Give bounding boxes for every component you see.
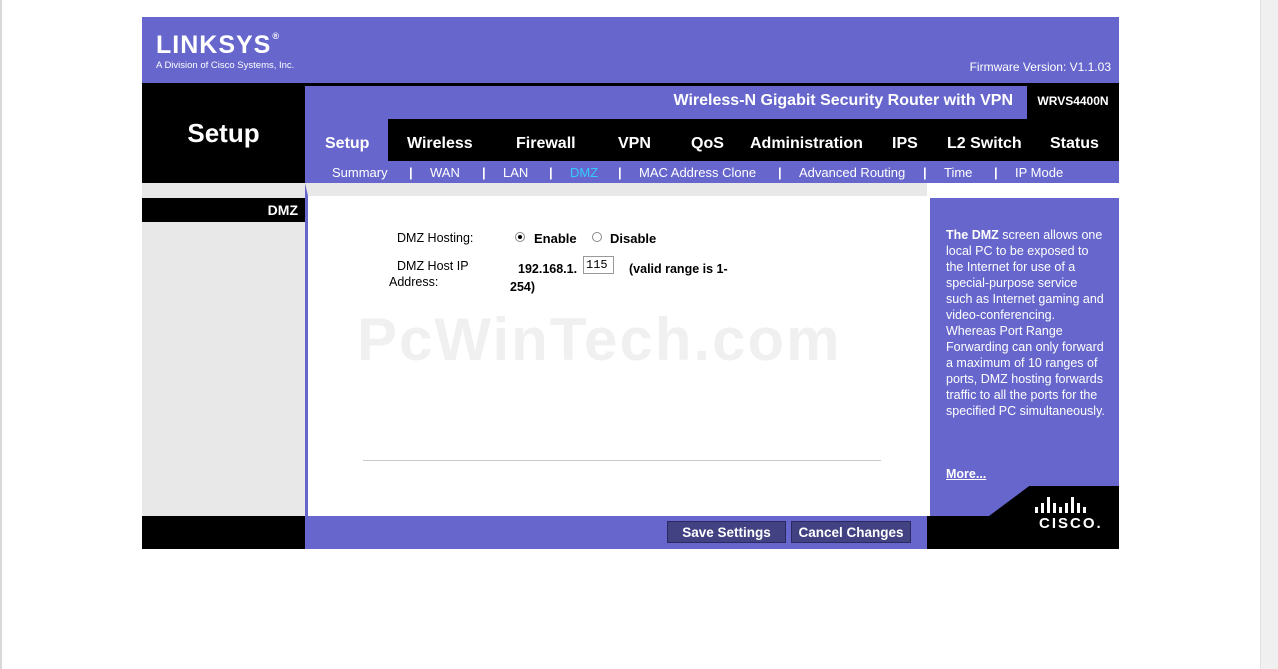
model-number: WRVS4400N [1037, 94, 1109, 108]
disable-label: Disable [610, 231, 657, 246]
disable-radio[interactable] [592, 232, 602, 242]
left-sidebar [142, 183, 305, 517]
firmware-version: Firmware Version: V1.1.03 [969, 60, 1111, 74]
subnav-separator: | [618, 165, 622, 180]
section-title: Setup [187, 118, 260, 148]
save-settings-button[interactable]: Save Settings [667, 521, 786, 543]
left-footer [142, 516, 305, 549]
logo-subtitle: A Division of Cisco Systems, Inc. [156, 60, 295, 71]
subnav-advanced-routing[interactable]: Advanced Routing [799, 165, 905, 180]
cisco-bars-icon [1035, 495, 1089, 513]
subsection-title: DMZ [267, 202, 298, 218]
linksys-logo: LINKSYS® [156, 31, 280, 59]
tab-l2-switch[interactable]: L2 Switch [947, 135, 1022, 153]
subnav-time[interactable]: Time [944, 165, 972, 180]
subnav-summary[interactable]: Summary [332, 165, 388, 180]
subnav-separator: | [923, 165, 927, 180]
subnav-dmz[interactable]: DMZ [570, 165, 598, 180]
dmz-hosting-label: DMZ Hosting: [397, 231, 474, 245]
enable-label: Enable [534, 231, 577, 246]
tab-firewall[interactable]: Firewall [516, 135, 576, 153]
content-divider [363, 460, 881, 461]
subnav-ip-mode[interactable]: IP Mode [1015, 165, 1063, 180]
help-text: The DMZ screen allows one local PC to be… [946, 228, 1105, 418]
valid-range-text-cont: 254) [510, 280, 536, 294]
dmz-host-ip-input[interactable] [583, 256, 614, 274]
ip-prefix: 192.168.1. [518, 262, 578, 276]
watermark-text: PcWinTech.com [357, 306, 842, 373]
tab-administration[interactable]: Administration [750, 135, 863, 153]
subnav-separator: | [482, 165, 486, 180]
window-left-border [0, 0, 2, 669]
subnav-separator: | [549, 165, 553, 180]
tab-qos[interactable]: QoS [691, 135, 724, 153]
subnav-mac-address-clone[interactable]: MAC Address Clone [639, 165, 756, 180]
tab-ips[interactable]: IPS [892, 135, 918, 153]
cancel-changes-button[interactable]: Cancel Changes [791, 521, 911, 543]
tab-vpn[interactable]: VPN [618, 135, 651, 153]
subnav-separator: | [409, 165, 413, 180]
host-ip-label-line1: DMZ Host IP [397, 259, 469, 273]
more-link[interactable]: More... [946, 467, 986, 481]
product-name: Wireless-N Gigabit Security Router with … [673, 92, 1013, 109]
host-ip-label-line2: Address: [389, 275, 439, 289]
tab-wireless[interactable]: Wireless [407, 135, 473, 153]
subnav-lan[interactable]: LAN [503, 165, 528, 180]
tab-status[interactable]: Status [1050, 135, 1099, 153]
router-admin-page: LINKSYS® A Division of Cisco Systems, In… [142, 17, 1119, 549]
subnav-separator: | [994, 165, 998, 180]
subnav-separator: | [778, 165, 782, 180]
tab-setup[interactable]: Setup [325, 135, 369, 153]
enable-radio[interactable] [515, 232, 525, 242]
vertical-scrollbar[interactable] [1260, 0, 1278, 669]
subnav-wan[interactable]: WAN [430, 165, 460, 180]
cisco-logo-text: CISCO. [1039, 515, 1103, 532]
valid-range-text: (valid range is 1- [629, 262, 728, 276]
